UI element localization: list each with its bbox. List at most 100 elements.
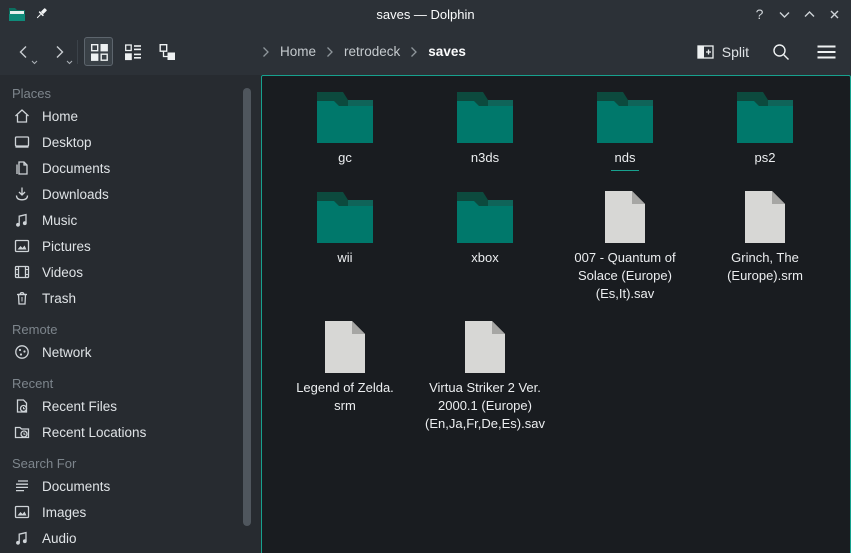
folder-icon [737, 92, 793, 143]
tree-view-button[interactable] [152, 37, 181, 66]
icons-view-button[interactable] [84, 37, 113, 66]
folder-nds[interactable]: nds [555, 92, 695, 191]
item-label: nds [611, 149, 640, 171]
sidebar-item-recent-files[interactable]: Recent Files [12, 393, 261, 419]
file-007-quantum-of-solace[interactable]: 007 - Quantum of Solace (Europe) (Es,It)… [555, 191, 695, 321]
file-legend-of-zelda[interactable]: Legend of Zelda. srm [275, 321, 415, 433]
search-button[interactable] [768, 39, 794, 65]
dolphin-folder-icon [8, 6, 26, 22]
pin-icon[interactable] [35, 7, 49, 21]
folder-n3ds[interactable]: n3ds [415, 92, 555, 191]
item-label: Grinch, The (Europe).srm [727, 249, 803, 285]
home-icon [13, 107, 31, 125]
forward-dropdown-caret-icon[interactable] [66, 60, 73, 65]
hamburger-menu-button[interactable] [813, 39, 839, 65]
file-icon [465, 321, 505, 373]
text-lines-icon [13, 477, 31, 495]
file-view: gc n3ds nds ps2 [261, 75, 851, 553]
sidebar-item-network[interactable]: Network [12, 339, 261, 365]
split-icon [697, 44, 714, 60]
file-grid-row: wii xbox 007 - Quantum of Solace (Europe… [275, 191, 850, 321]
sidebar-item-label: Downloads [42, 187, 109, 202]
sidebar-item-documents[interactable]: Documents [12, 155, 261, 181]
help-button[interactable]: ? [747, 0, 772, 28]
sidebar-item-recent-locations[interactable]: Recent Locations [12, 419, 261, 445]
folder-gc[interactable]: gc [275, 92, 415, 191]
folder-xbox[interactable]: xbox [415, 191, 555, 321]
sidebar-item-label: Documents [42, 479, 110, 494]
picture-icon [13, 503, 31, 521]
sidebar-item-downloads[interactable]: Downloads [12, 181, 261, 207]
sidebar-item-label: Audio [42, 531, 77, 546]
sidebar-item-label: Home [42, 109, 78, 124]
sidebar-item-label: Network [42, 345, 92, 360]
folder-wii[interactable]: wii [275, 191, 415, 321]
sidebar-item-search-documents[interactable]: Documents [12, 473, 261, 499]
chevron-right-icon [262, 46, 270, 58]
folder-ps2[interactable]: ps2 [695, 92, 835, 191]
sidebar-item-trash[interactable]: Trash [12, 285, 261, 311]
sidebar-item-label: Pictures [42, 239, 91, 254]
minimize-button[interactable] [772, 0, 797, 28]
file-icon [605, 191, 645, 243]
folder-icon [457, 191, 513, 243]
sidebar-item-label: Recent Files [42, 399, 117, 414]
toolbar: Home retrodeck saves Split [0, 28, 851, 75]
places-panel: Places Home Desktop Documents Downloads [0, 75, 261, 553]
toolbar-right-group: Split [697, 28, 839, 75]
chevron-right-icon [326, 46, 334, 58]
item-label: xbox [471, 249, 498, 267]
sidebar-item-search-audio[interactable]: Audio [12, 525, 261, 551]
breadcrumb-retrodeck[interactable]: retrodeck [344, 44, 400, 59]
maximize-button[interactable] [797, 0, 822, 28]
titlebar: saves — Dolphin ? [0, 0, 851, 28]
window-title: saves — Dolphin [376, 7, 474, 22]
file-grid-row: Legend of Zelda. srm Virtua Striker 2 Ve… [275, 321, 850, 433]
breadcrumb-home[interactable]: Home [280, 44, 316, 59]
sidebar-item-home[interactable]: Home [12, 103, 261, 129]
close-button[interactable] [822, 0, 847, 28]
item-label: Legend of Zelda. srm [296, 379, 394, 415]
picture-icon [13, 237, 31, 255]
sidebar-item-search-images[interactable]: Images [12, 499, 261, 525]
film-icon [13, 263, 31, 281]
item-label: 007 - Quantum of Solace (Europe) (Es,It)… [574, 249, 675, 303]
desktop-icon [13, 133, 31, 151]
view-mode-buttons [84, 28, 181, 75]
section-title-remote: Remote [12, 319, 261, 339]
document-icon [13, 159, 31, 177]
file-grinch-the[interactable]: Grinch, The (Europe).srm [695, 191, 835, 321]
folder-icon [317, 191, 373, 243]
folder-icon [597, 92, 653, 143]
recent-file-clock-icon [13, 397, 31, 415]
back-dropdown-caret-icon[interactable] [31, 60, 38, 65]
section-title-places: Places [12, 83, 261, 103]
section-title-recent: Recent [12, 373, 261, 393]
download-icon [13, 185, 31, 203]
split-button[interactable]: Split [697, 44, 749, 60]
file-virtua-striker-2[interactable]: Virtua Striker 2 Ver. 2000.1 (Europe) (E… [415, 321, 555, 433]
file-grid-row: gc n3ds nds ps2 [275, 92, 850, 191]
item-label: ps2 [755, 149, 776, 167]
back-button[interactable] [10, 37, 37, 67]
item-label: wii [337, 249, 352, 267]
sidebar-item-desktop[interactable]: Desktop [12, 129, 261, 155]
chevron-right-icon [410, 46, 418, 58]
breadcrumb-saves[interactable]: saves [428, 44, 466, 59]
folder-icon [317, 92, 373, 143]
toolbar-separator [77, 40, 78, 64]
sidebar-item-label: Trash [42, 291, 76, 306]
music-note-icon [13, 211, 31, 229]
forward-button[interactable] [45, 37, 72, 67]
sidebar-scrollbar[interactable] [243, 88, 251, 526]
split-label: Split [722, 44, 749, 60]
file-icon [745, 191, 785, 243]
details-view-button[interactable] [118, 37, 147, 66]
item-label: Virtua Striker 2 Ver. 2000.1 (Europe) (E… [425, 379, 545, 433]
window-controls: ? [747, 0, 847, 28]
sidebar-item-music[interactable]: Music [12, 207, 261, 233]
sidebar-item-label: Desktop [42, 135, 92, 150]
sidebar-item-pictures[interactable]: Pictures [12, 233, 261, 259]
network-globe-icon [13, 343, 31, 361]
sidebar-item-videos[interactable]: Videos [12, 259, 261, 285]
